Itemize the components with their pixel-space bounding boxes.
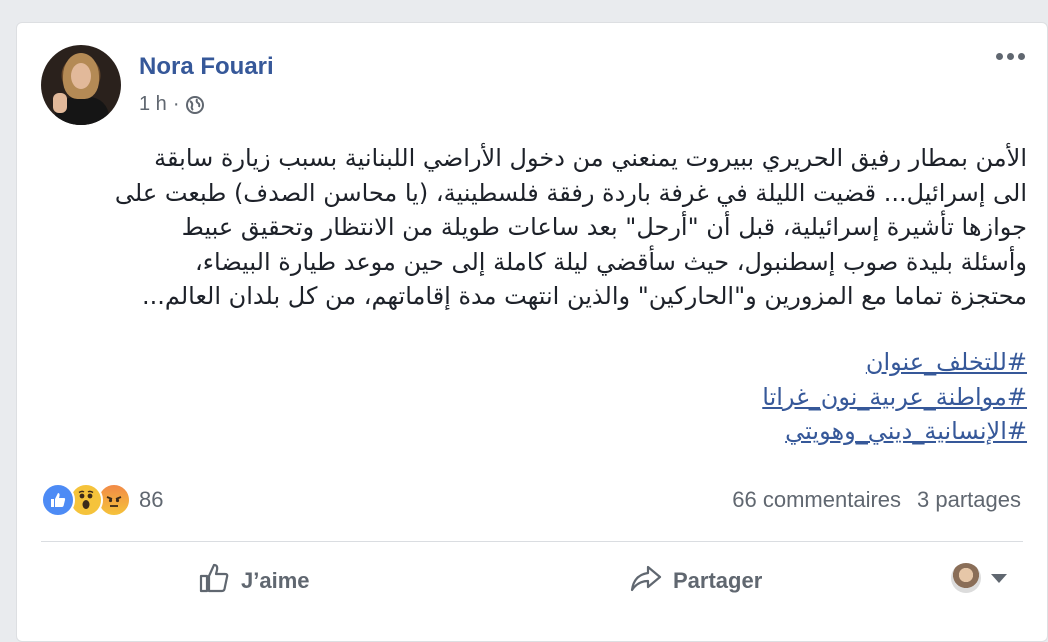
avatar-thumb-shape (53, 93, 67, 113)
user-avatar (951, 563, 981, 593)
like-button-label: J’aime (241, 568, 310, 593)
reaction-summary[interactable]: 86 (41, 483, 163, 517)
dot (996, 53, 1003, 60)
post-as-selector[interactable] (951, 563, 1007, 593)
post-text-line: الأمن بمطار رفيق الحريري ببيروت يمنعني م… (154, 144, 1027, 172)
comments-count[interactable]: 66 commentaires (732, 487, 901, 513)
post-text-line: الى إسرائيل... قضيت الليلة في غرفة باردة… (114, 178, 1027, 207)
like-icon (41, 483, 75, 517)
reaction-count[interactable]: 86 (139, 487, 163, 513)
dot (1007, 53, 1014, 60)
engagement-stats: 66 commentaires 3 partages (732, 487, 1021, 513)
like-button[interactable]: J’aime (197, 559, 310, 603)
action-bar: J’aime Partager (17, 559, 1047, 603)
post-text-line: جوازها تأشيرة إسرائيلية، قبل أن "أرحل" ب… (181, 213, 1027, 241)
share-arrow-icon (629, 561, 663, 601)
post-timestamp[interactable]: 1 h (139, 93, 167, 116)
hashtag-link[interactable]: #مواطنة_عربية_نون_غراتا (41, 380, 1027, 415)
dot (1018, 53, 1025, 60)
post-meta: 1 h · (139, 93, 205, 116)
avatar-face-shape (71, 63, 91, 89)
share-button-label: Partager (673, 568, 763, 593)
post-text-line: وأسئلة بليدة صوب إسطنبول، حيث سأقضي ليلة… (195, 247, 1027, 276)
globe-icon[interactable] (185, 95, 205, 115)
meta-separator: · (172, 93, 180, 115)
hashtag-link[interactable]: #الإنسانية_ديني_وهويتي (41, 414, 1027, 449)
shares-count[interactable]: 3 partages (917, 487, 1021, 513)
share-button[interactable]: Partager (629, 559, 762, 603)
divider (41, 541, 1023, 542)
hashtag-link[interactable]: #للتخلف_عنوان (41, 345, 1027, 380)
chevron-down-icon (991, 573, 1007, 583)
post-body: الأمن بمطار رفيق الحريري ببيروت يمنعني م… (41, 141, 1027, 314)
author-avatar[interactable] (41, 45, 121, 125)
post-card: Nora Fouari 1 h · الأمن بمطار رفيق الحري… (16, 22, 1048, 642)
more-options-icon[interactable] (996, 53, 1025, 60)
post-text-line: محتجزة تماما مع المزورين و"الحاركين" وال… (141, 282, 1027, 310)
thumbs-up-icon (197, 561, 231, 601)
author-name[interactable]: Nora Fouari (139, 53, 274, 81)
hashtag-list: #للتخلف_عنوان #مواطنة_عربية_نون_غراتا #ا… (41, 345, 1027, 449)
